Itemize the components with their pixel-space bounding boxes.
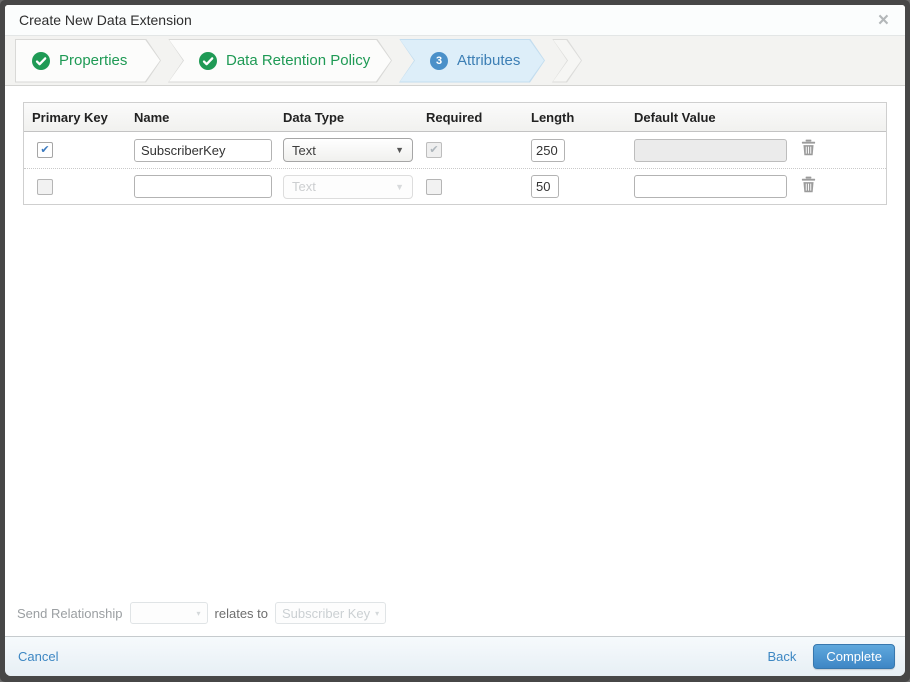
check-circle-icon	[32, 52, 50, 70]
primary-key-checkbox[interactable]	[37, 142, 53, 158]
step-label: Data Retention Policy	[226, 52, 371, 69]
back-link[interactable]: Back	[767, 649, 796, 664]
modal-overlay: Create New Data Extension × Properties D…	[0, 0, 910, 682]
chevron-down-icon: ▼	[395, 145, 404, 155]
dialog-footer: Cancel Back Complete	[5, 636, 905, 676]
check-circle-icon	[199, 52, 217, 70]
dialog-title: Create New Data Extension	[19, 12, 192, 28]
col-header-default-value: Default Value	[634, 109, 716, 125]
step-placeholder-chevron	[552, 39, 582, 83]
default-value-input[interactable]	[634, 175, 787, 198]
col-header-name: Name	[134, 109, 170, 125]
send-relationship-field-select: ▾	[129, 602, 208, 624]
step-label: Attributes	[457, 52, 521, 69]
chevron-down-icon: ▾	[196, 608, 201, 618]
chevron-down-icon: ▼	[395, 181, 404, 192]
primary-key-checkbox[interactable]	[37, 178, 53, 195]
wizard-step-bar: Properties Data Retention Policy 3 Attri…	[5, 36, 905, 86]
chevron-down-icon: ▾	[375, 608, 380, 618]
col-header-required: Required	[426, 109, 483, 125]
length-input[interactable]	[531, 138, 565, 162]
relates-to-label: relates to	[214, 605, 269, 621]
send-relationship-section: Send Relationship ▾ relates to Subscribe…	[5, 602, 905, 636]
step-data-retention-policy[interactable]: Data Retention Policy	[168, 39, 392, 83]
required-checkbox[interactable]	[426, 178, 442, 195]
delete-row-trash-icon[interactable]	[801, 176, 816, 198]
cancel-link[interactable]: Cancel	[18, 649, 58, 664]
send-relationship-label: Send Relationship	[17, 605, 123, 621]
create-data-extension-dialog: Create New Data Extension × Properties D…	[5, 5, 905, 676]
step-attributes[interactable]: 3 Attributes	[399, 39, 545, 83]
required-checkbox	[426, 142, 442, 158]
col-header-length: Length	[531, 109, 575, 125]
table-row: Text ▼	[24, 168, 886, 204]
step-label: Properties	[59, 52, 128, 69]
table-row: Text ▼	[24, 132, 886, 168]
col-header-primary-key: Primary Key	[32, 109, 108, 125]
step-properties[interactable]: Properties	[15, 39, 161, 83]
field-name-input[interactable]	[134, 175, 272, 198]
field-name-input[interactable]	[134, 138, 272, 162]
length-input[interactable]	[531, 175, 559, 198]
complete-button[interactable]: Complete	[813, 644, 895, 669]
table-header-row: Primary Key Name Data Type Required Leng…	[24, 103, 886, 132]
default-value-input	[634, 138, 787, 162]
data-type-select: Text ▼	[283, 174, 413, 199]
subscriber-key-select: Subscriber Key ▾	[275, 602, 387, 624]
dialog-content: Primary Key Name Data Type Required Leng…	[5, 86, 905, 636]
step-number-badge: 3	[430, 52, 448, 70]
delete-row-trash-icon[interactable]	[801, 139, 816, 161]
close-icon[interactable]: ×	[876, 11, 891, 30]
col-header-data-type: Data Type	[283, 109, 345, 125]
dialog-titlebar: Create New Data Extension ×	[5, 5, 905, 36]
data-type-select[interactable]: Text ▼	[283, 138, 413, 162]
attributes-table: Primary Key Name Data Type Required Leng…	[23, 102, 887, 205]
